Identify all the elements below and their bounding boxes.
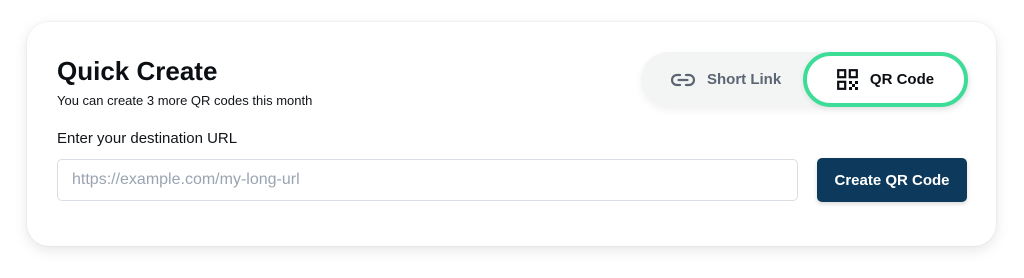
quick-create-card: Quick Create You can create 3 more QR co… (27, 22, 996, 246)
destination-url-input[interactable] (57, 159, 798, 201)
quota-subtitle: You can create 3 more QR codes this mont… (57, 93, 313, 108)
short-link-label: Short Link (707, 71, 782, 88)
qr-code-tab[interactable]: QR Code (803, 52, 968, 107)
create-qr-code-button[interactable]: Create QR Code (817, 158, 967, 202)
link-icon (671, 73, 695, 87)
qr-code-label: QR Code (869, 71, 935, 88)
mode-toggle: Short Link QR Code (641, 52, 969, 107)
qr-code-icon (837, 69, 858, 90)
page-title: Quick Create (57, 56, 218, 86)
short-link-tab[interactable]: Short Link (671, 52, 781, 107)
url-field-label: Enter your destination URL (57, 130, 238, 147)
